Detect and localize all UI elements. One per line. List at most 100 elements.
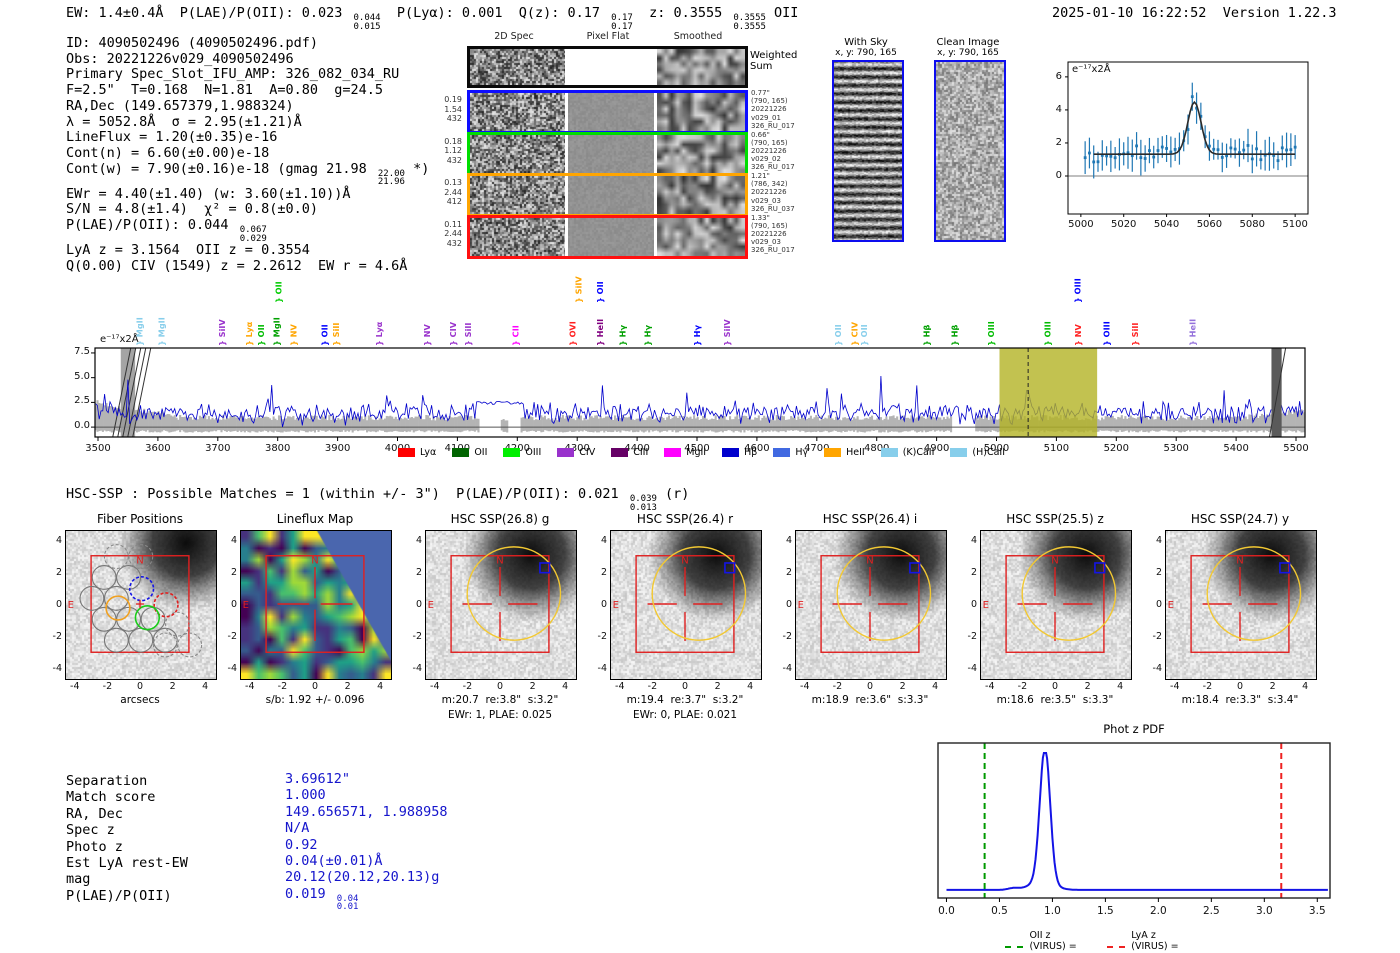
- match-row-label: Match score: [66, 789, 156, 806]
- photz-title: Phot z PDF: [1103, 722, 1165, 736]
- spectral-line-label: } OII: [833, 324, 843, 346]
- match-row-label: mag: [66, 871, 91, 888]
- inset-ytick: 0: [1055, 170, 1062, 181]
- sky-panel-title: Clean Image: [936, 37, 1000, 48]
- spectral-line-label: } Lyα: [374, 321, 384, 346]
- panel-xtick: 2: [344, 681, 351, 692]
- panel-xtick: 0: [496, 681, 504, 692]
- spectral-line-label: } Hβ: [921, 324, 931, 346]
- photz-legend-label: OII z (VIRUS) = 0.36: [1029, 930, 1077, 953]
- panel-title: Lineflux Map: [276, 512, 354, 526]
- panel-xtick: 4: [747, 681, 754, 692]
- panel-overlay: NE: [983, 546, 1117, 653]
- spec2d-smooth-image: [657, 93, 745, 131]
- photz-legend-label: LyA z (VIRUS) = 3.16: [1131, 930, 1179, 953]
- panel-xtick: -2: [1017, 681, 1028, 692]
- legend-item: HeII: [824, 447, 865, 458]
- panel-ytick: -4: [1152, 663, 1162, 675]
- panel-xtick: 2: [1084, 681, 1091, 692]
- exposure-left-stats: 0.19 1.54 432: [444, 95, 462, 123]
- panel-ytick: -2: [1152, 631, 1162, 643]
- panel-ytick: 0: [1155, 599, 1162, 610]
- panel-xtick: -4: [615, 681, 625, 692]
- panel-ytick: 0: [600, 599, 607, 610]
- superscript-subscript-value: 0.17 0.17: [611, 13, 633, 32]
- inset-unit-label: e⁻¹⁷x2Å: [1072, 64, 1111, 75]
- panel-title: HSC SSP(25.5) z: [1006, 512, 1104, 526]
- compass-north-label: N: [136, 556, 143, 567]
- panel-title: HSC SSP(26.8) g: [450, 512, 550, 526]
- legend-color-chip: [880, 448, 898, 457]
- spectral-line-label: } MgII: [156, 317, 166, 346]
- panel-xtick: 4: [202, 681, 209, 692]
- legend-label: CIV: [579, 447, 596, 458]
- superscript-subscript-value: 0.3555 0.3555: [733, 13, 766, 32]
- spectral-line-label: } Hγ: [692, 324, 702, 346]
- legend-item: Hγ: [773, 447, 808, 458]
- hsc-ssp-match-header: HSC-SSP : Possible Matches = 1 (within +…: [66, 486, 690, 513]
- spectral-line-label: } OIII: [1072, 278, 1082, 303]
- exposure-left-stats: 0.13 2.44 412: [444, 178, 462, 206]
- photz-xtick: 1.5: [1097, 905, 1114, 917]
- spectrum-legend: Lyα OII OIII CIV CIII MgII Hβ Hγ HeII (K)CaII (H)C…: [398, 447, 1021, 458]
- inset-ytick: 4: [1055, 103, 1062, 115]
- legend-color-chip: [664, 448, 682, 457]
- inset-xtick: 5040: [1153, 219, 1180, 230]
- panel-xtick: -2: [102, 681, 113, 692]
- legend-color-chip: [398, 448, 415, 457]
- match-row-value: 149.656571, 1.988958: [285, 803, 448, 820]
- panel-xtick: 4: [377, 681, 384, 692]
- panel-xtick: 4: [1117, 681, 1124, 692]
- panel-ytick: 4: [600, 534, 607, 546]
- spectral-line-label: } OIII: [986, 321, 996, 346]
- legend-item: (H)CaII: [950, 447, 1005, 458]
- panel-ytick: 0: [55, 599, 62, 610]
- exposure-row-3: [467, 173, 748, 217]
- compass-east-label: E: [613, 600, 619, 611]
- panel-xtick: 2: [529, 681, 536, 692]
- panel-ytick: 4: [230, 534, 237, 546]
- main-spectrum-xtick: 3700: [205, 443, 231, 454]
- spectral-line-label: } SiIV: [573, 276, 583, 303]
- photz-xtick: 0.0: [938, 905, 955, 917]
- photz-legend: OII z (VIRUS) = 0.36 LyA z (VIRUS) = 3.16: [1005, 930, 1210, 953]
- panel-ytick: -2: [967, 631, 977, 643]
- main-spectrum-ytick: 7.5: [74, 345, 90, 357]
- main-spectrum-ytick: 0.0: [74, 420, 90, 432]
- panel-ytick: -4: [597, 663, 607, 675]
- match-row-value: 1.000: [285, 787, 326, 804]
- spectral-line-label: } HeII: [595, 319, 605, 346]
- compass-east-label: E: [68, 600, 74, 611]
- info-line-0: ID: 4090502496 (4090502496.pdf): [66, 35, 318, 51]
- photz-xtick: 1.0: [1044, 905, 1061, 917]
- legend-label: MgII: [686, 447, 707, 458]
- legend-item: OIII: [503, 447, 541, 458]
- weighted-sum-row: [467, 46, 748, 88]
- spectral-line-label: } SiIV: [722, 319, 732, 346]
- elixer-detection-report: EW: 1.4±0.4Å P(LAE)/P(OII): 0.023 0.044 0…: [0, 0, 1400, 953]
- panel-lineflux-1: Lineflux Map N E -4 -4 -2 -2 0 0 2 2 4 4 s/b: 1.92 +/…: [228, 512, 392, 727]
- inset-plot-svg: [1065, 61, 1309, 217]
- panel-caption: m:18.4 re:3.3" s:3.4": [1181, 694, 1299, 706]
- exposure-annotation: 1.33" (790, 165) 20221226 v029_03 326_RU…: [751, 213, 795, 255]
- panel-cutout-6: HSC SSP(24.7) y N E -4 -4 -2 -2 0 0 2 2 4 4 m:18.4 re…: [1153, 512, 1317, 727]
- legend-label: OIII: [525, 447, 542, 458]
- spec2d-blank-image: [568, 49, 654, 85]
- panel-xtick: 0: [681, 681, 689, 692]
- info-line-6: LineFlux = 1.20(±0.35)e-16: [66, 129, 278, 146]
- spectral-line-label: } SiII: [463, 323, 473, 346]
- inset-ytick: 6: [1055, 70, 1062, 82]
- spec2d-noise-image: [470, 217, 565, 256]
- panel-xtick: 0: [1236, 681, 1244, 692]
- spectral-line-label: } HeII: [1187, 319, 1197, 346]
- legend-item: CIII: [611, 447, 648, 458]
- exposure-annotation: 1.21" (786, 342) 20221226 v029_03 326_RU…: [751, 172, 795, 213]
- panel-xtick: 4: [932, 681, 939, 692]
- legend-color-chip: [452, 448, 470, 457]
- compass-north-label: N: [866, 556, 873, 567]
- main-spectrum-xtick: 5100: [1043, 443, 1070, 454]
- panel-ytick: 2: [970, 566, 977, 578]
- spec2d-col-header: 2D Spec: [494, 31, 534, 42]
- compass-east-label: E: [798, 600, 804, 611]
- info-line-7: Cont(n) = 6.60(±0.00)e-18: [66, 144, 270, 161]
